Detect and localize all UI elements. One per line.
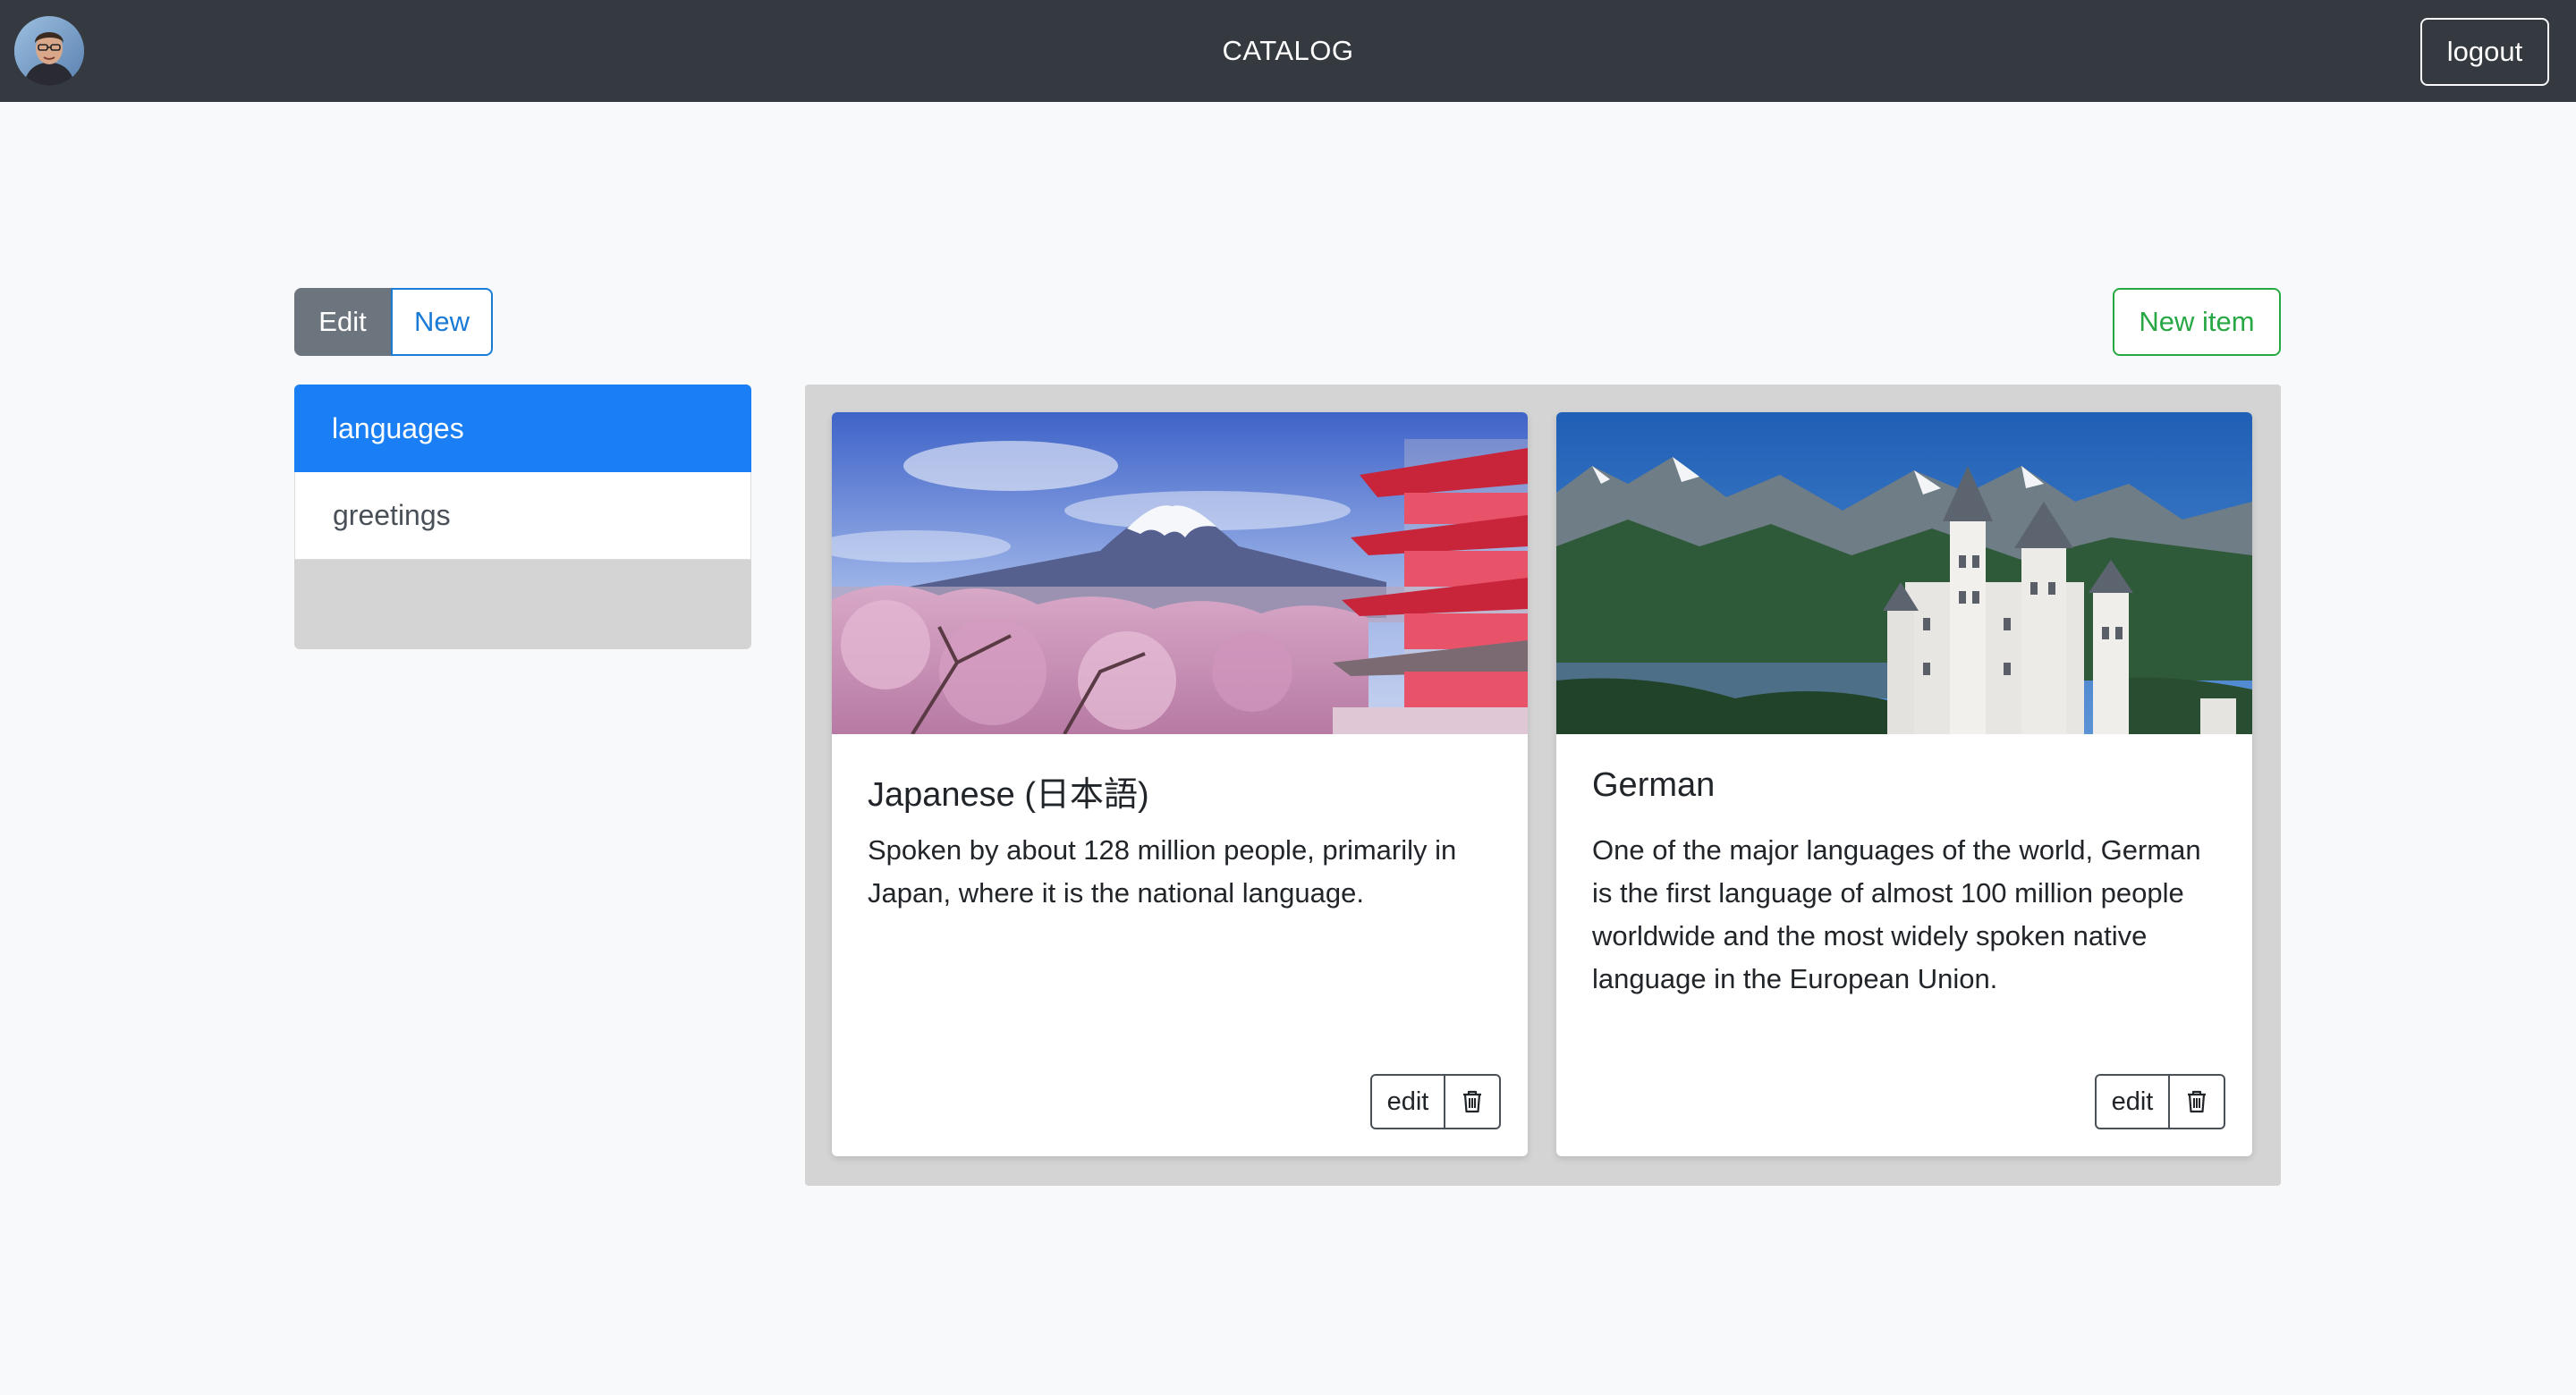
card-description: One of the major languages of the world,…: [1592, 834, 2201, 994]
sidebar-item-label: greetings: [333, 499, 451, 531]
card-delete-button[interactable]: [2170, 1074, 2225, 1129]
top-navbar: CATALOG logout: [0, 0, 2576, 102]
sidebar-item-languages[interactable]: languages: [294, 385, 751, 472]
trash-icon: [2188, 1090, 2206, 1113]
card-edit-button[interactable]: edit: [2095, 1074, 2170, 1129]
item-card: German One of the major languages of the…: [1556, 412, 2252, 1156]
user-avatar[interactable]: [14, 16, 84, 86]
items-panel: Japanese (日本語) Spoken by about 128 milli…: [805, 385, 2281, 1186]
card-description: Spoken by about 128 million people, prim…: [868, 834, 1457, 909]
card-edit-button[interactable]: edit: [1370, 1074, 1445, 1129]
card-image-germany: [1556, 412, 2252, 734]
new-item-button[interactable]: New item: [2113, 288, 2281, 356]
brand-title[interactable]: CATALOG: [1222, 35, 1353, 67]
card-actions: edit: [1370, 1074, 1501, 1129]
card-title: Japanese (日本語): [868, 776, 1149, 814]
card-actions: edit: [2095, 1074, 2225, 1129]
sidebar-item-greetings[interactable]: greetings: [294, 472, 751, 560]
category-sidebar: languages greetings: [294, 385, 751, 649]
new-mode-button[interactable]: New: [391, 288, 493, 356]
card-image-japan: [832, 412, 1528, 734]
card-title: German: [1592, 766, 1716, 804]
edit-mode-button[interactable]: Edit: [294, 288, 391, 356]
item-card: Japanese (日本語) Spoken by about 128 milli…: [832, 412, 1528, 1156]
sidebar-item-label: languages: [332, 411, 464, 444]
avatar-image: [14, 16, 84, 86]
card-delete-button[interactable]: [1445, 1074, 1501, 1129]
trash-icon: [1463, 1090, 1481, 1113]
mode-toggle-group: Edit New: [294, 288, 493, 356]
logout-button[interactable]: logout: [2420, 18, 2549, 86]
